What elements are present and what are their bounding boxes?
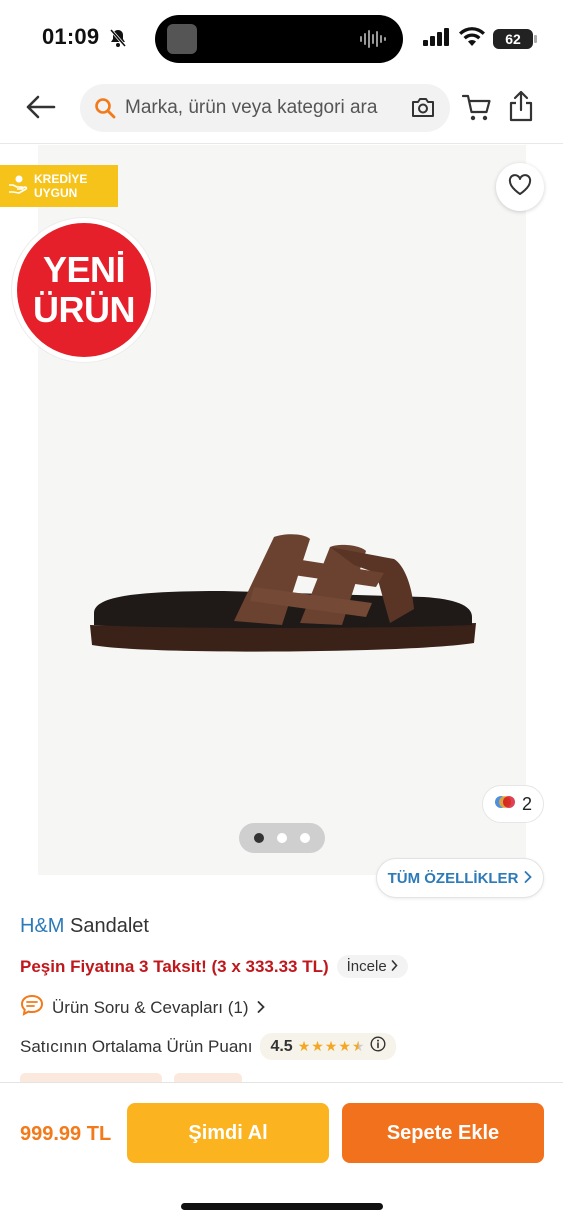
search-placeholder: Marka, ürün veya kategori ara (125, 97, 378, 118)
chevron-right-icon (391, 958, 398, 975)
hand-coin-icon (8, 174, 28, 199)
all-features-label: TÜM ÖZELLİKLER (387, 869, 519, 887)
now-playing-thumbnail (167, 24, 197, 54)
all-features-button[interactable]: TÜM ÖZELLİKLER (376, 858, 544, 898)
product-title: H&M Sandalet (20, 915, 149, 938)
installment-details-label: İncele (346, 958, 387, 975)
new-product-badge: YENİ ÜRÜN (12, 218, 156, 362)
qa-label: Ürün Soru & Cevapları (1) (52, 997, 249, 1017)
home-indicator[interactable] (181, 1203, 383, 1210)
seller-rating-row: Satıcının Ortalama Ürün Puanı 4.5 ★★★★★ (20, 1033, 397, 1060)
pagination-dot[interactable] (300, 833, 310, 843)
pagination-dot[interactable] (254, 833, 264, 843)
color-palette-icon (494, 794, 516, 815)
chevron-right-icon (257, 998, 265, 1018)
status-bar: 01:09 62 (0, 0, 563, 76)
battery-icon: 62 (493, 29, 537, 49)
installment-details-button[interactable]: İncele (336, 955, 408, 978)
product-image (84, 525, 480, 662)
search-icon (94, 97, 116, 124)
seller-rating-value: 4.5 (270, 1037, 293, 1055)
product-price: 999.99 TL (20, 1123, 112, 1145)
search-input[interactable]: Marka, ürün veya kategori ara (80, 84, 450, 132)
installment-text: Peşin Fiyatına 3 Taksit! (3 x 333.33 TL) (20, 956, 329, 976)
seller-rating-pill[interactable]: 4.5 ★★★★★ (260, 1033, 397, 1060)
seller-rating-label: Satıcının Ortalama Ürün Puanı (20, 1036, 253, 1056)
top-nav: Marka, ürün veya kategori ara (0, 76, 563, 144)
cart-icon (461, 94, 492, 126)
signal-icon (423, 27, 451, 51)
wifi-icon (459, 27, 485, 51)
back-button[interactable] (24, 92, 58, 126)
new-badge-line1: YENİ (42, 249, 126, 290)
back-arrow-icon (26, 95, 56, 124)
status-time: 01:09 (42, 24, 100, 49)
credit-badge-line2: UYGUN (34, 186, 78, 200)
color-count-label: 2 (521, 793, 532, 814)
status-right: 62 (423, 27, 537, 51)
color-variants-button[interactable]: 2 (482, 785, 544, 823)
cart-button[interactable] (461, 94, 492, 127)
chevron-right-icon (524, 870, 533, 887)
product-gallery[interactable]: KREDİYE UYGUN YENİ ÜRÜN 2 (0, 145, 563, 875)
brand-link[interactable]: H&M (20, 915, 64, 937)
add-to-cart-button[interactable]: Sepete Ekle (342, 1103, 544, 1163)
pagination-dot[interactable] (277, 833, 287, 843)
installment-row: Peşin Fiyatına 3 Taksit! (3 x 333.33 TL)… (20, 955, 408, 978)
star-rating-icon: ★★★★★ (297, 1038, 366, 1054)
bottom-action-bar: 999.99 TL Şimdi Al Sepete Ekle (0, 1082, 563, 1219)
credit-eligible-badge: KREDİYE UYGUN (0, 165, 118, 207)
bell-off-icon (108, 28, 128, 53)
audio-wave-icon (359, 29, 389, 54)
heart-icon (508, 173, 532, 201)
info-icon[interactable] (370, 1036, 386, 1057)
share-icon (508, 90, 534, 126)
chat-bubble-icon (20, 994, 44, 1021)
dynamic-island (155, 15, 403, 63)
favorite-button[interactable] (496, 163, 544, 211)
camera-icon[interactable] (410, 95, 436, 124)
product-qa-link[interactable]: Ürün Soru & Cevapları (1) (20, 994, 265, 1021)
credit-badge-text: KREDİYE UYGUN (34, 172, 87, 200)
new-badge-line2: ÜRÜN (33, 289, 136, 330)
share-button[interactable] (508, 90, 534, 127)
credit-badge-line1: KREDİYE (34, 172, 88, 186)
product-name: Sandalet (70, 915, 149, 937)
gallery-pagination[interactable] (239, 823, 325, 853)
buy-now-button[interactable]: Şimdi Al (127, 1103, 329, 1163)
